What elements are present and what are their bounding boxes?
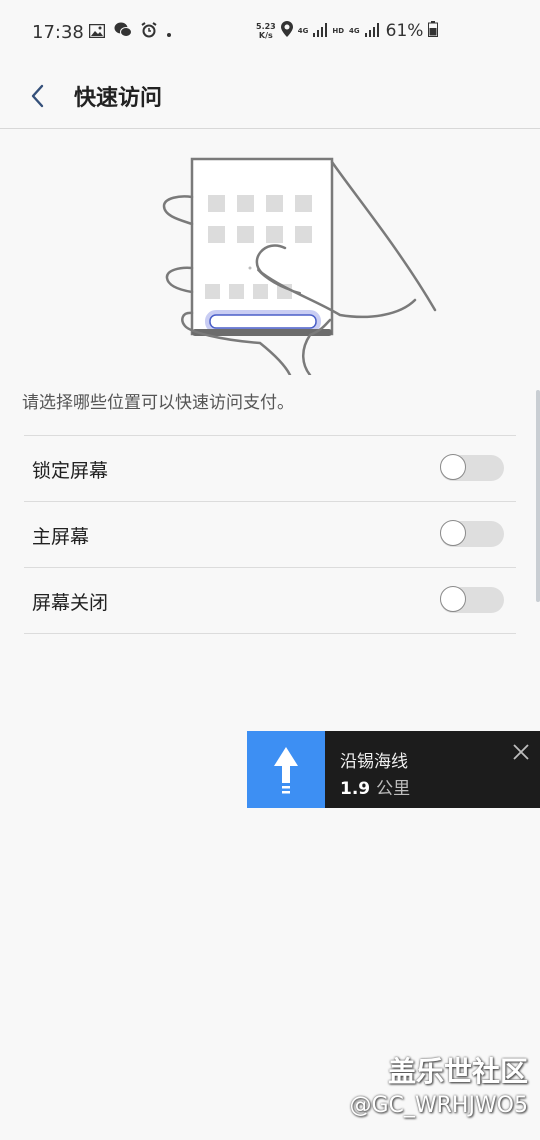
location-icon bbox=[280, 21, 293, 41]
watermark-title: 盖乐世社区 bbox=[387, 1055, 528, 1088]
watermark-handle: @GC_WRHJWO5 bbox=[349, 1093, 528, 1118]
setting-row-home-screen[interactable]: 主屏幕 bbox=[24, 502, 516, 568]
wechat-icon bbox=[114, 22, 132, 42]
notification-icons bbox=[88, 22, 172, 42]
chevron-left-icon bbox=[31, 84, 44, 108]
toggle-knob bbox=[440, 454, 466, 480]
home-screen-toggle[interactable] bbox=[440, 520, 504, 547]
lock-screen-toggle[interactable] bbox=[440, 454, 504, 481]
battery-percent: 61% bbox=[385, 21, 424, 41]
close-icon[interactable] bbox=[512, 743, 530, 761]
setting-label: 主屏幕 bbox=[32, 526, 90, 548]
nav-distance: 1.9 公里 bbox=[340, 774, 410, 799]
phone-hand-illustration bbox=[150, 150, 450, 379]
description-text: 请选择哪些位置可以快速访问支付。 bbox=[22, 393, 294, 413]
setting-row-lock-screen[interactable]: 锁定屏幕 bbox=[24, 436, 516, 502]
system-icons: 5.23 K/s 4G HD 4G 61% bbox=[256, 21, 439, 41]
back-button[interactable] bbox=[22, 80, 54, 112]
settings-list: 锁定屏幕 主屏幕 屏幕关闭 bbox=[24, 435, 516, 634]
net-speed-unit: K/s bbox=[258, 31, 273, 40]
nav-distance-unit: 公里 bbox=[376, 779, 411, 799]
toggle-knob bbox=[440, 586, 466, 612]
toggle-knob bbox=[440, 520, 466, 546]
alarm-icon bbox=[141, 22, 157, 42]
dot-icon bbox=[166, 23, 172, 42]
network-tag-2: 4G bbox=[349, 27, 360, 35]
battery-icon bbox=[428, 21, 439, 41]
nav-direction-box bbox=[247, 731, 325, 808]
screen-off-toggle[interactable] bbox=[440, 586, 504, 613]
net-speed: 5.23 K/s bbox=[256, 22, 276, 40]
navigation-overlay[interactable]: 沿锡海线 1.9 公里 bbox=[247, 731, 540, 808]
page-title: 快速访问 bbox=[74, 86, 163, 111]
hd-tag: HD bbox=[332, 27, 345, 35]
status-bar: 17:38 5.23 K/s 4G HD 4G 61% bbox=[0, 0, 540, 68]
net-speed-value: 5.23 bbox=[256, 22, 276, 31]
signal-icon bbox=[313, 22, 328, 41]
scroll-indicator[interactable] bbox=[536, 390, 540, 602]
setting-row-screen-off[interactable]: 屏幕关闭 bbox=[24, 568, 516, 634]
nav-distance-value: 1.9 bbox=[340, 779, 371, 799]
setting-label: 屏幕关闭 bbox=[32, 592, 109, 614]
status-time: 17:38 bbox=[32, 22, 84, 43]
arrow-up-icon bbox=[274, 747, 298, 794]
setting-label: 锁定屏幕 bbox=[32, 460, 109, 482]
network-tag-1: 4G bbox=[297, 27, 309, 35]
gallery-icon bbox=[88, 23, 106, 42]
app-bar: 快速访问 bbox=[0, 68, 540, 129]
nav-street-name: 沿锡海线 bbox=[340, 752, 408, 772]
signal-icon-2 bbox=[364, 22, 379, 41]
